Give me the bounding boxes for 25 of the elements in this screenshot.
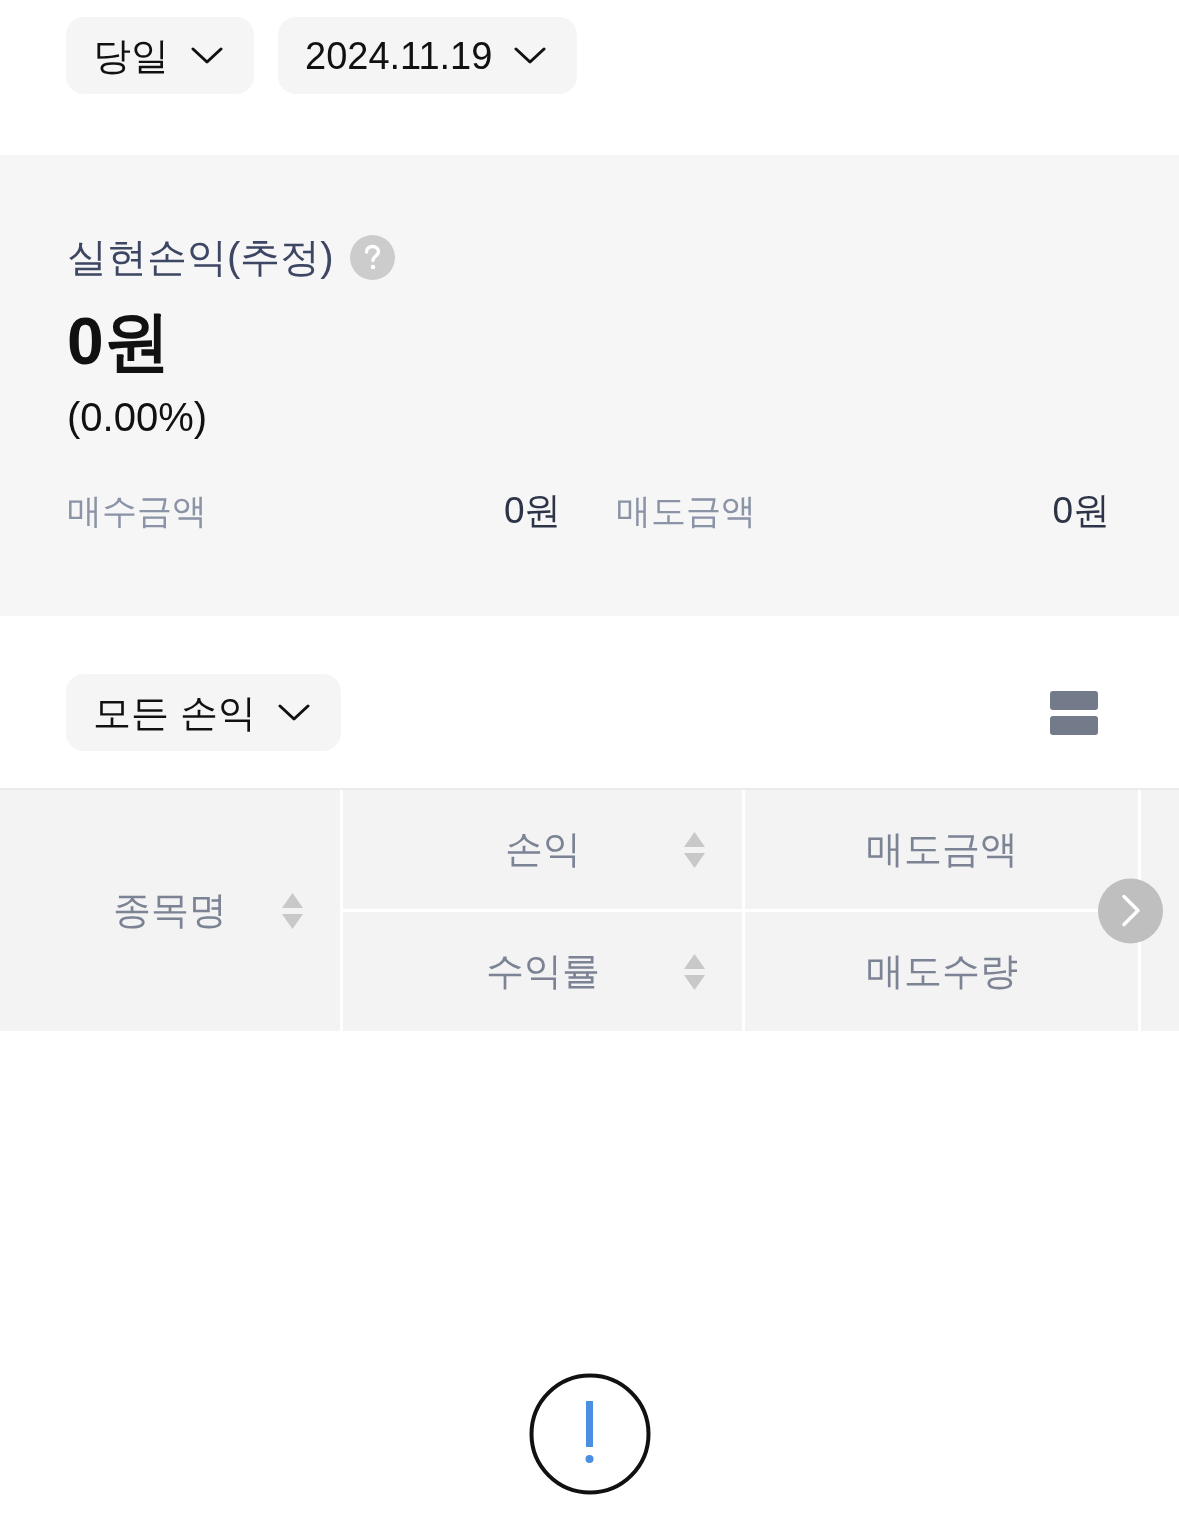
detail-label: 매도금액 [615,489,756,532]
detail-value: 0원 [503,489,562,533]
chevron-down-icon [191,47,223,64]
detail-value: 0원 [1052,489,1110,533]
sort-icon[interactable] [282,892,303,929]
dropdown-button[interactable]: 모든 손익 [66,674,341,751]
column-header[interactable]: 매도금액 [865,824,1018,875]
dropdown-button[interactable]: 2024.11.19 [278,17,578,94]
dropdown-button[interactable]: 당일 [66,17,254,94]
column-header[interactable]: 매도수량 [865,946,1018,997]
column-header[interactable]: 수익률 [485,946,600,997]
sort-icon[interactable] [684,831,705,868]
chevron-down-icon [514,47,547,64]
chevron-down-icon [277,704,310,721]
exclamation-icon [528,1373,651,1495]
help-icon[interactable] [349,234,395,280]
profit-amount: 0원 [67,306,170,376]
column-header[interactable]: 손익 [504,824,581,875]
detail-label: 매수금액 [67,489,207,532]
view-toggle-icon[interactable] [1050,690,1098,735]
sort-icon[interactable] [684,953,705,990]
column-header[interactable]: 종목명 [113,885,227,936]
summary-title: 실현손익(추정) [67,234,334,281]
profit-rate: (0.00%) [67,394,208,441]
chevron-right-icon [1120,893,1141,928]
